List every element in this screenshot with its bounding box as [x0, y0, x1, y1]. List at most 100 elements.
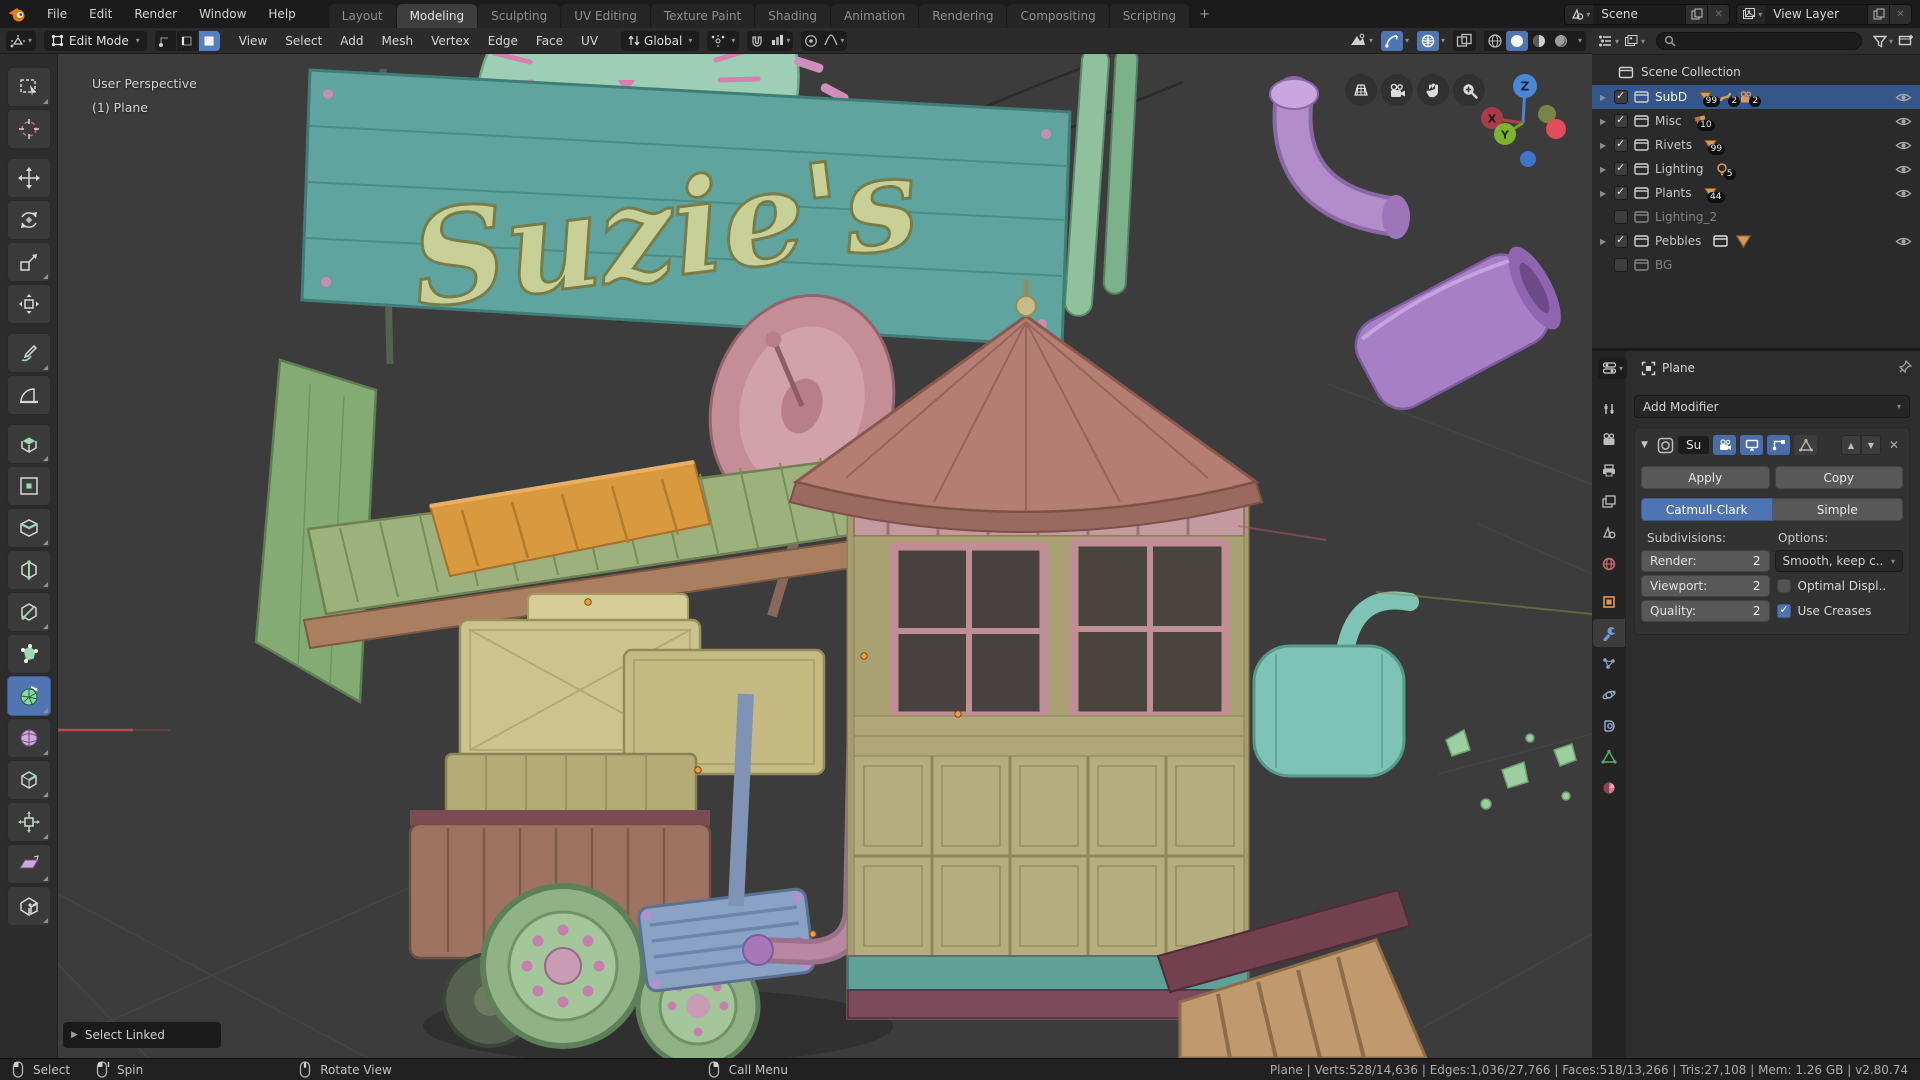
tool-knife[interactable]: [6, 592, 51, 632]
pivot-point-dropdown[interactable]: ▾: [707, 30, 740, 51]
option-optimal-displ-[interactable]: Optimal Displ..: [1775, 575, 1904, 597]
workspace-tab-animation[interactable]: Animation: [831, 4, 919, 28]
scene-collection-row[interactable]: Scene Collection: [1592, 59, 1920, 85]
collection-exclude-checkbox[interactable]: [1614, 210, 1628, 224]
tool-shrink-fatten[interactable]: [6, 802, 51, 842]
pin-icon[interactable]: [1898, 359, 1913, 377]
menu-render[interactable]: Render: [123, 0, 188, 28]
view-layer-icon[interactable]: ▾: [1737, 4, 1766, 24]
xray-toggle[interactable]: [1452, 30, 1476, 51]
option-use-creases[interactable]: Use Creases: [1775, 600, 1904, 622]
properties-tab-object[interactable]: [1593, 588, 1625, 616]
modifier-move-up-button[interactable]: ▲: [1841, 435, 1861, 455]
tool-annotate[interactable]: [6, 333, 51, 373]
apply-button[interactable]: Apply: [1641, 466, 1770, 489]
properties-tab-modifiers[interactable]: [1593, 619, 1625, 647]
collection-exclude-checkbox[interactable]: [1614, 185, 1628, 200]
collection-exclude-checkbox[interactable]: [1614, 161, 1628, 176]
properties-tab-world[interactable]: [1593, 550, 1625, 578]
expand-arrow-icon[interactable]: ▶: [1600, 165, 1614, 174]
scene-name[interactable]: Scene: [1593, 7, 1685, 21]
properties-tab-object-data[interactable]: [1593, 743, 1625, 771]
viewport-menu-edge[interactable]: Edge: [479, 28, 527, 54]
camera-view-button[interactable]: [1381, 74, 1413, 106]
outliner-row-lighting[interactable]: ▶ Lighting 5: [1592, 157, 1920, 181]
properties-tab-tool[interactable]: [1593, 395, 1625, 423]
outliner-row-rivets[interactable]: ▶ Rivets 99: [1592, 133, 1920, 157]
expand-arrow-icon[interactable]: ▶: [1600, 141, 1614, 150]
modifier-oncage-toggle[interactable]: [1794, 435, 1818, 455]
checkbox[interactable]: [1776, 603, 1791, 618]
proportional-falloff-dropdown[interactable]: ▾: [821, 31, 847, 51]
visibility-eye-icon[interactable]: [1895, 115, 1912, 128]
subdivision-type-catmull-clark[interactable]: Catmull-Clark: [1641, 498, 1773, 521]
workspace-tab-modeling[interactable]: Modeling: [396, 4, 478, 28]
collection-exclude-checkbox[interactable]: [1614, 113, 1628, 128]
properties-tab-physics[interactable]: [1593, 681, 1625, 709]
properties-editor-dropdown[interactable]: ▾: [1598, 357, 1628, 379]
tool-rip-region[interactable]: [6, 886, 51, 926]
scene-unlink-button[interactable]: ✕: [1707, 4, 1730, 24]
tool-shear[interactable]: [6, 844, 51, 884]
mode-dropdown[interactable]: Edit Mode ▾: [44, 30, 147, 51]
menu-window[interactable]: Window: [188, 0, 257, 28]
blender-logo-icon[interactable]: [0, 5, 34, 23]
move-view-button[interactable]: [1417, 74, 1449, 106]
tool-move[interactable]: [6, 158, 51, 198]
viewport-menu-view[interactable]: View: [230, 28, 276, 54]
wireframe-shading-button[interactable]: [1483, 30, 1506, 51]
outliner-row-bg[interactable]: BG: [1592, 253, 1920, 277]
visibility-eye-icon[interactable]: [1895, 91, 1912, 104]
workspace-tab-compositing[interactable]: Compositing: [1007, 4, 1109, 28]
tool-extrude-region[interactable]: [6, 424, 51, 464]
properties-tab-scene[interactable]: [1593, 519, 1625, 547]
tool-scale[interactable]: [6, 242, 51, 282]
collection-exclude-checkbox[interactable]: [1614, 233, 1628, 248]
tool-inset-faces[interactable]: [6, 466, 51, 506]
rendered-shading-button[interactable]: [1549, 30, 1572, 51]
breadcrumb-object-name[interactable]: Plane: [1662, 361, 1695, 375]
material-preview-button[interactable]: [1527, 30, 1550, 51]
field-render-[interactable]: Render: 2: [1641, 550, 1770, 572]
menu-file[interactable]: File: [36, 0, 78, 28]
field-viewport-[interactable]: Viewport: 2: [1641, 575, 1770, 597]
workspace-tab-shading[interactable]: Shading: [755, 4, 830, 28]
proportional-edit-toggle[interactable]: [801, 31, 821, 51]
viewport-3d[interactable]: Suzie's User Perspective (1) Plane Z X Y…: [58, 54, 1592, 1058]
menu-edit[interactable]: Edit: [78, 0, 123, 28]
expand-arrow-icon[interactable]: ▶: [1600, 117, 1614, 126]
outliner-editor-dropdown[interactable]: ▾: [1598, 34, 1619, 48]
snap-to-dropdown[interactable]: ▾: [767, 31, 793, 51]
modifier-delete-button[interactable]: ✕: [1885, 438, 1903, 452]
modifier-render-toggle[interactable]: [1713, 435, 1737, 455]
modifier-realtime-toggle[interactable]: [1740, 435, 1764, 455]
tool-bevel[interactable]: [6, 508, 51, 548]
workspace-tab-texture-paint[interactable]: Texture Paint: [650, 4, 755, 28]
visibility-eye-icon[interactable]: [1895, 187, 1912, 200]
uv-smooth-dropdown[interactable]: Smooth, keep c.. ▾: [1774, 550, 1903, 572]
properties-tab-particles[interactable]: [1593, 650, 1625, 678]
face-select-button[interactable]: [198, 30, 220, 51]
viewport-menu-mesh[interactable]: Mesh: [373, 28, 423, 54]
properties-tab-view-layer[interactable]: [1593, 488, 1625, 516]
snap-toggle-magnet-icon[interactable]: [747, 31, 767, 51]
expand-arrow-icon[interactable]: ▶: [1600, 237, 1614, 246]
viewport-menu-face[interactable]: Face: [527, 28, 572, 54]
navigation-gizmo[interactable]: Z X Y: [1456, 60, 1586, 185]
tool-edge-slide[interactable]: [6, 760, 51, 800]
properties-tab-constraints[interactable]: [1593, 712, 1625, 740]
collection-exclude-checkbox[interactable]: [1614, 258, 1628, 272]
outliner-row-plants[interactable]: ▶ Plants 44: [1592, 181, 1920, 205]
modifier-expand-toggle[interactable]: ▼: [1641, 440, 1653, 450]
view-layer-name[interactable]: View Layer: [1765, 7, 1867, 21]
expand-arrow-icon[interactable]: ▶: [1600, 93, 1614, 102]
subdivision-type-simple[interactable]: Simple: [1772, 498, 1903, 521]
viewport-menu-uv[interactable]: UV: [572, 28, 607, 54]
tool-spin[interactable]: [6, 676, 51, 716]
operator-redo-panel[interactable]: ▶ Select Linked: [63, 1022, 221, 1048]
outliner-row-subd[interactable]: ▶SubD9922: [1592, 85, 1920, 109]
overlays-toggle[interactable]: ▾: [1416, 30, 1445, 51]
visibility-eye-icon[interactable]: [1895, 163, 1912, 176]
expand-arrow-icon[interactable]: ▶: [1600, 189, 1614, 198]
outliner-row-pebbles[interactable]: ▶ Pebbles: [1592, 229, 1920, 253]
